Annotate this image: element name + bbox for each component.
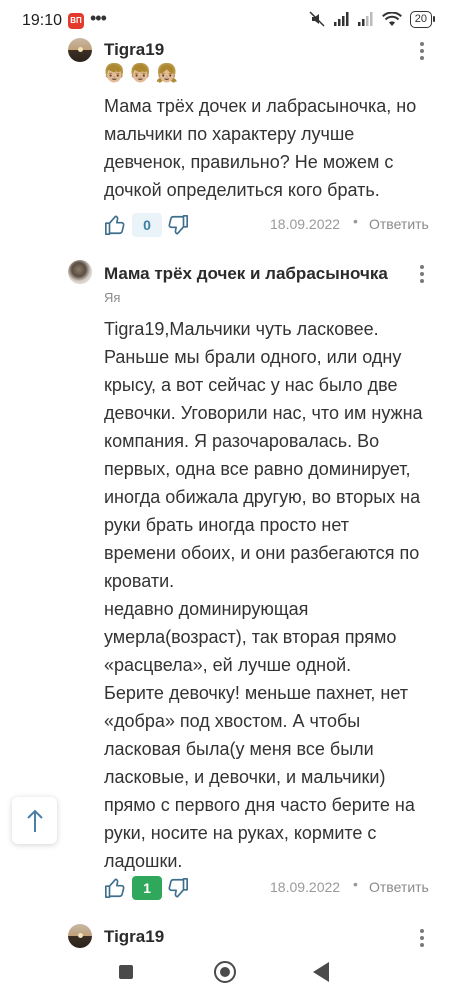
comment-author[interactable]: Tigra19 [104,927,164,947]
emoji-row: 👦🏼👦🏼👧🏼 [103,63,183,83]
kebab-menu-icon[interactable] [416,40,428,62]
thumb-up-icon[interactable] [104,214,126,236]
comment-text: Мама трёх дочек и лабрасыночка, но мальч… [104,96,417,200]
comment-subtitle: Яя [104,290,121,305]
kebab-menu-icon[interactable] [416,927,428,949]
more-notifications-icon: ••• [90,8,107,28]
battery-indicator: 20 [409,10,436,28]
mute-icon [309,11,325,27]
kebab-menu-icon[interactable] [416,263,428,285]
comment-author[interactable]: Tigra19 [104,40,164,60]
reply-button[interactable]: Ответить [369,879,429,895]
system-navigation-bar [0,948,450,1000]
comment-text: Tigra19,Мальчики чуть ласковее. Раньше м… [104,319,423,871]
avatar[interactable] [68,260,92,284]
status-time: 19:10 [22,12,63,29]
signal-icon [333,12,349,26]
thumb-down-icon[interactable] [167,214,189,236]
comment-actions: 0 18.09.2022 • Ответить [104,213,434,239]
reply-button[interactable]: Ответить [369,216,429,232]
scroll-to-top-button[interactable] [12,797,57,844]
comment-actions: 1 18.09.2022 • Ответить [104,876,434,902]
home-button[interactable] [214,961,236,983]
avatar[interactable] [68,38,92,62]
status-icons: 20 [308,10,436,28]
avatar[interactable] [68,924,92,948]
comment-date: 18.09.2022 [270,879,341,895]
notification-app-icon: ВП [68,13,84,29]
status-bar: 19:10 ВП ••• 20 [0,0,450,44]
like-count: 1 [132,876,162,900]
comment-author[interactable]: Мама трёх дочек и лабрасыночка [104,264,388,284]
wifi-icon [381,11,402,26]
like-count: 0 [132,213,162,237]
comment-date: 18.09.2022 [270,216,341,232]
signal-icon-2 [357,12,373,26]
arrow-up-icon [27,809,43,832]
separator: • [353,876,358,892]
separator: • [353,213,358,229]
back-button[interactable] [313,962,329,982]
recent-apps-button[interactable] [119,965,133,979]
thumb-up-icon[interactable] [104,877,126,899]
thumb-down-icon[interactable] [167,877,189,899]
